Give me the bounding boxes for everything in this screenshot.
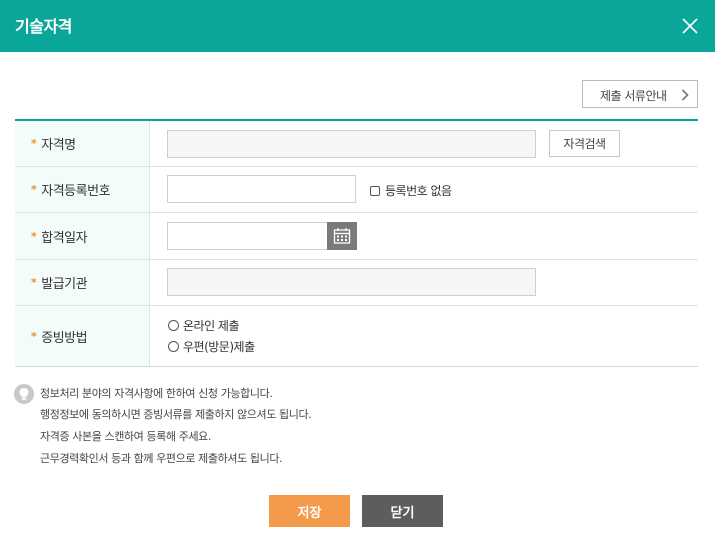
form-label-cell: * 증빙방법	[15, 306, 150, 366]
calendar-icon[interactable]	[327, 222, 357, 250]
form-label-cell: * 합격일자	[15, 213, 150, 259]
form-label-cell: * 자격명	[15, 121, 150, 166]
qualification-name-label: 자격명	[41, 138, 76, 153]
form-value-cell: 온라인 제출 우편(방문)제출	[150, 306, 698, 366]
dialog-header: 기술자격	[0, 0, 715, 52]
registration-number-label: 자격등록번호	[41, 184, 111, 199]
notice-line: 정보처리 분야의 자격사항에 한하여 신청 가능합니다.	[40, 387, 273, 400]
proof-method-label: 증빙방법	[41, 330, 88, 346]
required-mark: *	[31, 276, 37, 289]
radio-online-submission[interactable]: 온라인 제출	[168, 317, 240, 334]
form-value-cell: 등록번호 없음	[150, 167, 698, 212]
registration-number-input[interactable]	[167, 175, 356, 203]
mail-submission-label: 우편(방문)제출	[183, 340, 255, 354]
no-registration-number-label: 등록번호 없음	[385, 184, 452, 198]
online-submission-label: 온라인 제출	[183, 319, 240, 333]
lightbulb-icon	[14, 384, 34, 404]
close-icon[interactable]	[679, 15, 701, 37]
form-row-pass-date: * 합격일자	[15, 213, 698, 260]
radio-circle[interactable]	[168, 320, 179, 331]
pass-date-input[interactable]	[167, 222, 328, 250]
document-guide-label: 제출 서류안내	[600, 89, 667, 103]
required-mark: *	[31, 137, 37, 150]
required-mark: *	[31, 329, 37, 343]
form-row-registration-number: * 자격등록번호 등록번호 없음	[15, 167, 698, 213]
checkbox-box[interactable]	[370, 185, 380, 196]
radio-mail-submission[interactable]: 우편(방문)제출	[168, 338, 255, 355]
document-guide-button[interactable]: 제출 서류안내	[582, 80, 698, 108]
form-row-proof-method: * 증빙방법 온라인 제출 우편(방문)제출	[15, 306, 698, 366]
notice-line: 행정정보에 동의하시면 증빙서류를 제출하지 않으셔도 됩니다.	[40, 408, 312, 421]
radio-circle[interactable]	[168, 341, 179, 352]
form-label-cell: * 자격등록번호	[15, 167, 150, 212]
form-label-cell: * 발급기관	[15, 260, 150, 305]
form-row-issuing-agency: * 발급기관	[15, 260, 698, 306]
qualification-name-input[interactable]	[167, 130, 536, 158]
form-row-qualification-name: * 자격명 자격검색	[15, 121, 698, 167]
notice-line: 근무경력확인서 등과 함께 우편으로 제출하셔도 됩니다.	[40, 452, 283, 465]
pass-date-label: 합격일자	[41, 230, 88, 246]
issuing-agency-label: 발급기관	[41, 277, 88, 292]
qualification-search-button[interactable]: 자격검색	[549, 130, 620, 157]
dialog-title: 기술자격	[15, 17, 72, 36]
notice-line: 자격증 사본을 스캔하여 등록해 주세요.	[40, 430, 212, 443]
form-value-cell	[150, 213, 698, 259]
save-button[interactable]: 저장	[269, 495, 350, 527]
issuing-agency-input[interactable]	[167, 268, 536, 296]
no-registration-number-checkbox[interactable]: 등록번호 없음	[370, 182, 452, 199]
required-mark: *	[31, 229, 37, 243]
qualification-form: * 자격명 자격검색 * 자격등록번호 등록번호 없음 * 합격일자 * 발급기…	[15, 119, 698, 367]
form-value-cell	[150, 260, 698, 305]
required-mark: *	[31, 183, 37, 196]
form-value-cell: 자격검색	[150, 121, 698, 166]
chevron-right-icon	[681, 89, 689, 104]
close-button[interactable]: 닫기	[362, 495, 443, 527]
